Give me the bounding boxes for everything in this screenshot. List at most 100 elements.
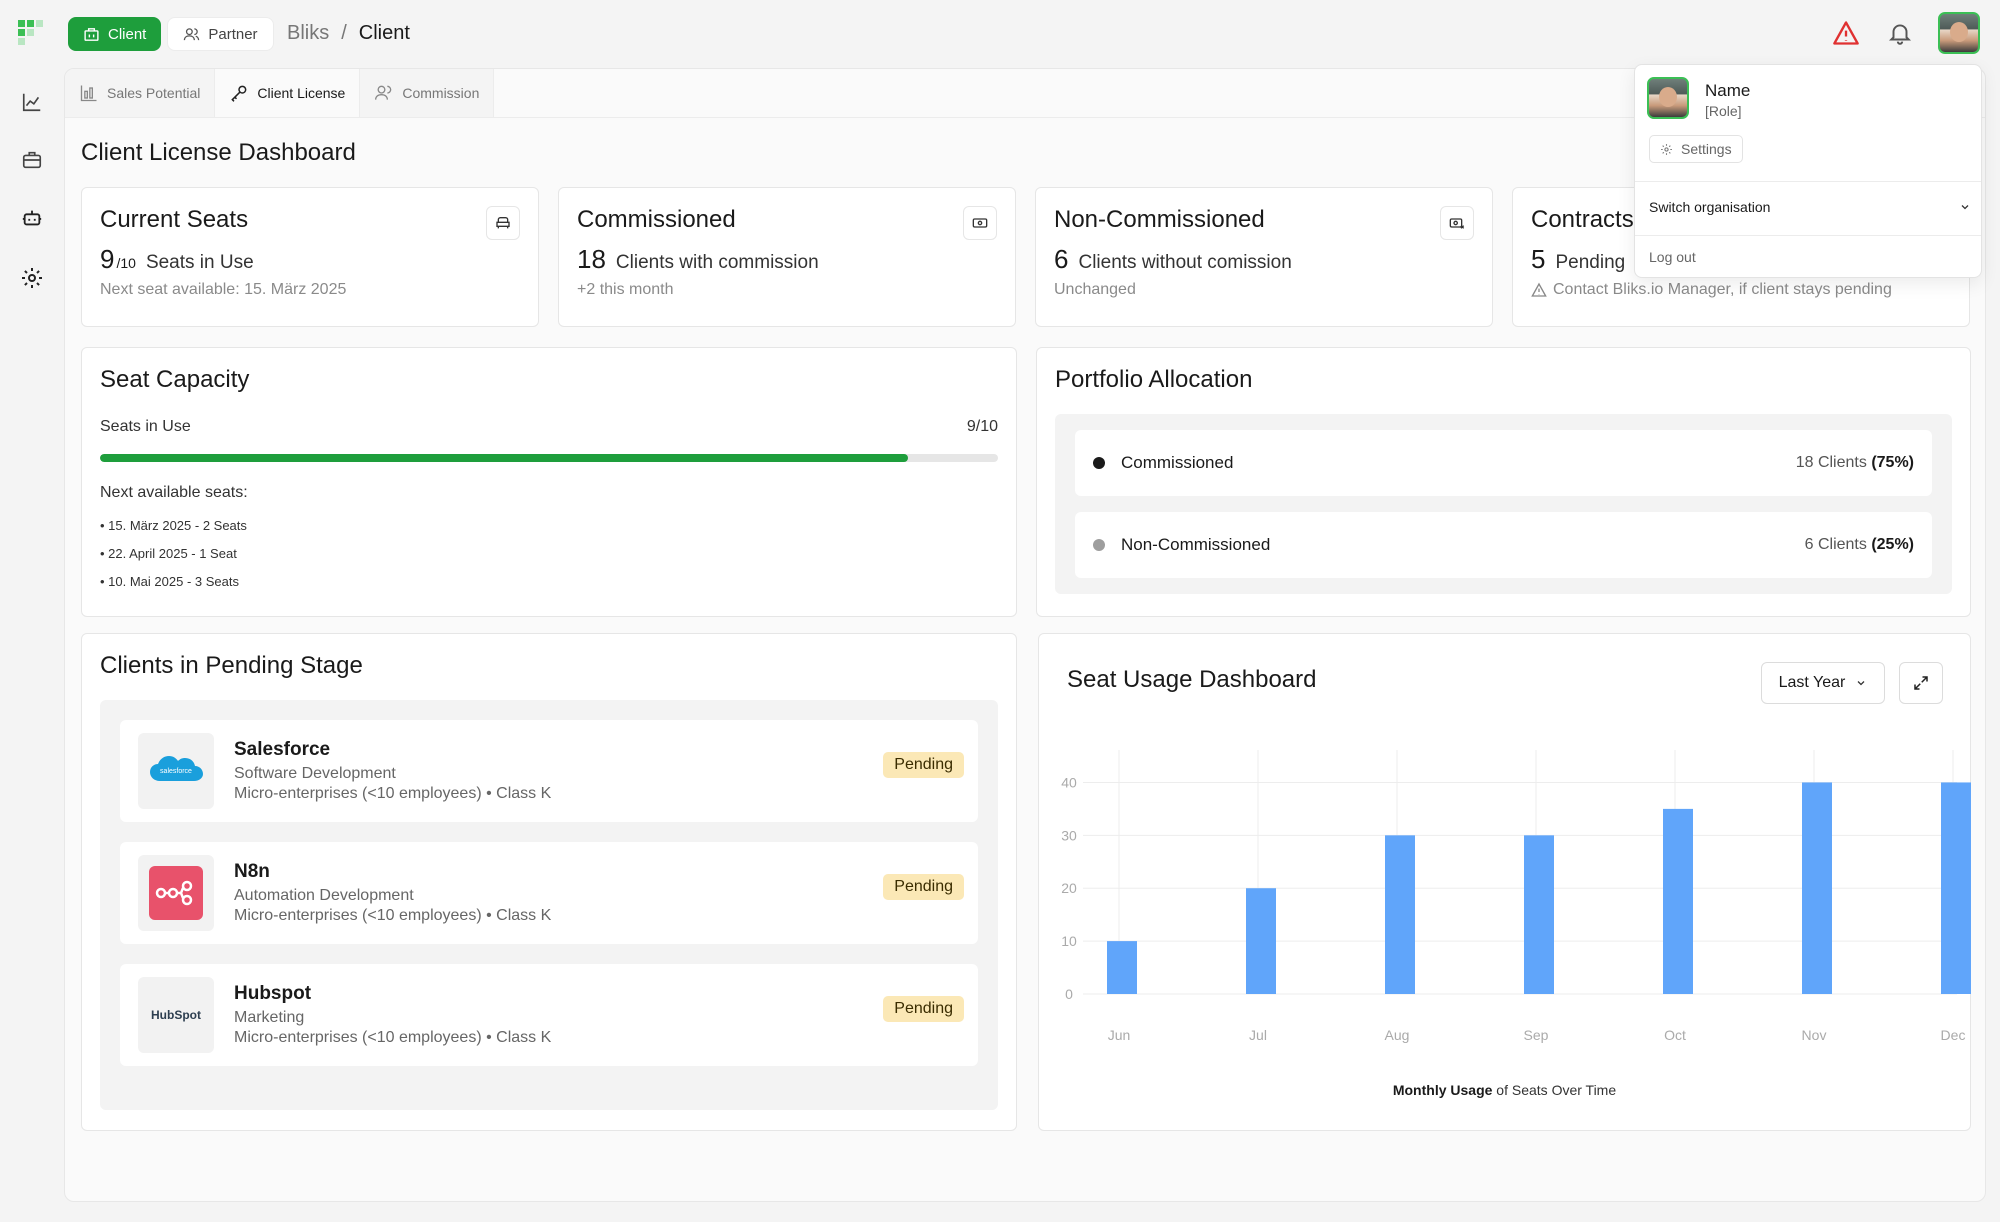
logout-item[interactable]: Log out — [1649, 249, 1696, 265]
x-tick-label: Jul — [1249, 1027, 1267, 1043]
status-badge: Pending — [883, 752, 964, 778]
stat-subtext: Next seat available: 15. März 2025 — [100, 281, 347, 298]
client-row-salesforce[interactable]: salesforce Salesforce Software Developme… — [120, 720, 978, 822]
divider — [1635, 181, 1981, 182]
card-title: Non-Commissioned — [1054, 206, 1265, 233]
expand-button[interactable] — [1899, 662, 1943, 704]
bar-jun[interactable] — [1107, 941, 1137, 994]
money-off-icon — [1440, 206, 1474, 240]
chevron-down-icon — [1857, 681, 1865, 686]
tab-sales-potential[interactable]: Sales Potential — [65, 69, 216, 117]
stat-subtext: Unchanged — [1054, 281, 1136, 298]
period-select[interactable]: Last Year — [1761, 662, 1885, 704]
chart-caption: Monthly Usage of Seats Over Time — [1392, 1082, 1617, 1098]
seat-icon — [486, 206, 520, 240]
user-avatar[interactable] — [1938, 12, 1980, 54]
card-title: Clients in Pending Stage — [100, 652, 363, 679]
n8n-logo — [138, 855, 214, 931]
card-title: Portfolio Allocation — [1055, 366, 1253, 393]
client-class: Micro-enterprises (<10 employees) • Clas… — [234, 907, 552, 924]
client-row-n8n[interactable]: N8n Automation Development Micro-enterpr… — [120, 842, 978, 944]
y-tick-label: 10 — [1061, 933, 1077, 949]
allocation-value: 6 Clients (25%) — [1804, 536, 1914, 553]
x-tick-label: Aug — [1385, 1027, 1410, 1043]
breadcrumb-separator: / — [341, 22, 347, 44]
switch-organisation-item[interactable]: Switch organisation — [1649, 199, 1971, 215]
bar-sep[interactable] — [1524, 835, 1554, 994]
hubspot-logo: HubSpot — [138, 977, 214, 1053]
seat-progress-bar — [100, 454, 998, 462]
briefcase-icon[interactable] — [18, 146, 46, 174]
bar-aug[interactable] — [1385, 835, 1415, 994]
stat-value: 18 Clients with commission — [577, 244, 819, 274]
breadcrumb-root[interactable]: Bliks — [287, 22, 329, 45]
robot-icon[interactable] — [18, 204, 46, 232]
stat-value: 6 Clients without comission — [1054, 244, 1292, 274]
key-icon — [231, 85, 247, 102]
partner-mode-button[interactable]: Partner — [167, 17, 274, 51]
x-tick-label: Sep — [1524, 1027, 1549, 1043]
expand-icon — [1914, 676, 1928, 690]
side-rail — [0, 68, 64, 1222]
allocation-row-commissioned: Commissioned 18 Clients (75%) — [1075, 430, 1932, 496]
divider — [1635, 235, 1981, 236]
y-tick-label: 20 — [1061, 880, 1077, 896]
app-logo[interactable] — [18, 20, 44, 46]
list-item: • 22. April 2025 - 1 Seat — [100, 546, 237, 561]
settings-button[interactable]: Settings — [1649, 135, 1743, 163]
client-class: Micro-enterprises (<10 employees) • Clas… — [234, 785, 552, 802]
client-industry: Marketing — [234, 1009, 305, 1026]
seat-capacity-card: Seat Capacity Seats in Use 9/10 Next ava… — [81, 347, 1017, 617]
next-seats-list: • 15. März 2025 - 2 Seats • 22. April 20… — [100, 512, 998, 596]
client-name: N8n — [234, 861, 270, 882]
allocation-value: 18 Clients (75%) — [1795, 454, 1914, 471]
bar-chart-icon — [80, 85, 97, 102]
client-mode-button[interactable]: Client — [68, 17, 162, 51]
bar-nov[interactable] — [1802, 782, 1832, 994]
next-seats-heading: Next available seats: — [100, 484, 248, 501]
legend-dot — [1093, 539, 1105, 551]
user-name: Name — [1705, 81, 1751, 100]
status-badge: Pending — [883, 996, 964, 1022]
y-tick-label: 30 — [1061, 827, 1077, 843]
users-icon — [184, 27, 200, 40]
bar-oct[interactable] — [1663, 808, 1693, 994]
tab-client-license[interactable]: Client License — [215, 69, 361, 117]
stat-subtext: Contact Bliks.io Manager, if client stay… — [1531, 281, 1951, 299]
x-tick-label: Jun — [1108, 1027, 1131, 1043]
stat-value: 9/10 Seats in Use — [100, 244, 254, 274]
chart-icon[interactable] — [18, 88, 46, 116]
user-role: [Role] — [1705, 103, 1742, 119]
tab-commission[interactable]: Commission — [360, 69, 495, 117]
client-class: Micro-enterprises (<10 employees) • Clas… — [234, 1029, 552, 1046]
y-tick-label: 40 — [1061, 774, 1077, 790]
client-row-hubspot[interactable]: HubSpot Hubspot Marketing Micro-enterpri… — [120, 964, 978, 1066]
client-name: Hubspot — [234, 983, 312, 1004]
current-seats-card: Current Seats 9/10 Seats in Use Next sea… — [81, 187, 539, 327]
y-tick-label: 0 — [1065, 986, 1073, 1002]
client-name: Salesforce — [234, 739, 331, 760]
seat-progress-fill — [100, 454, 909, 462]
client-industry: Software Development — [234, 765, 396, 782]
x-tick-label: Dec — [1941, 1027, 1966, 1043]
list-item: • 15. März 2025 - 2 Seats — [100, 518, 247, 533]
warning-icon[interactable] — [1830, 17, 1862, 49]
gear-icon — [1661, 143, 1672, 155]
card-title: Commissioned — [577, 206, 736, 233]
bar-jul[interactable] — [1246, 888, 1276, 994]
svg-text:salesforce: salesforce — [160, 768, 192, 775]
profile-menu: Name [Role] Settings Switch organisation… — [1634, 64, 1982, 278]
commissioned-card: Commissioned 18 Clients with commission … — [558, 187, 1016, 327]
settings-gear-icon[interactable] — [18, 264, 46, 292]
portfolio-allocation-card: Portfolio Allocation Commissioned 18 Cli… — [1036, 347, 1971, 617]
card-title: Seat Usage Dashboard — [1067, 666, 1317, 693]
bar-dec[interactable] — [1941, 782, 1971, 994]
menu-avatar — [1647, 77, 1689, 119]
seat-usage-bar-chart: 0 10 20 30 40 Jun Jul Aug Sep Oct Nov Dec — [1061, 750, 1971, 1043]
breadcrumb-current: Client — [358, 22, 410, 44]
allocation-list: Commissioned 18 Clients (75%) Non-Commis… — [1055, 414, 1952, 594]
bell-icon[interactable] — [1884, 17, 1916, 49]
pending-client-list: salesforce Salesforce Software Developme… — [100, 700, 998, 1110]
building-icon — [84, 27, 99, 41]
header-actions — [1830, 12, 1980, 54]
